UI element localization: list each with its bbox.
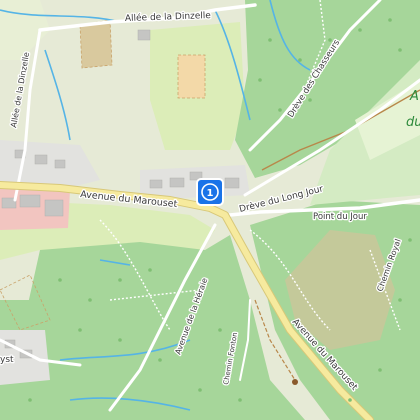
marker-number: 1 [207,188,214,199]
plot-northeast [177,54,206,99]
forest-label-du: du [406,115,420,130]
plot-north [79,19,113,69]
map-canvas[interactable]: Allée de la Dinzelle Allée de la Dinzell… [0,0,420,420]
street-label-edge-left: yst [0,355,14,365]
street-label-point-du-jour: Point du Jour [313,212,367,222]
poi-dot[interactable] [292,379,298,385]
location-marker[interactable]: 1 [196,178,224,206]
forest-label-a: A [409,89,419,104]
